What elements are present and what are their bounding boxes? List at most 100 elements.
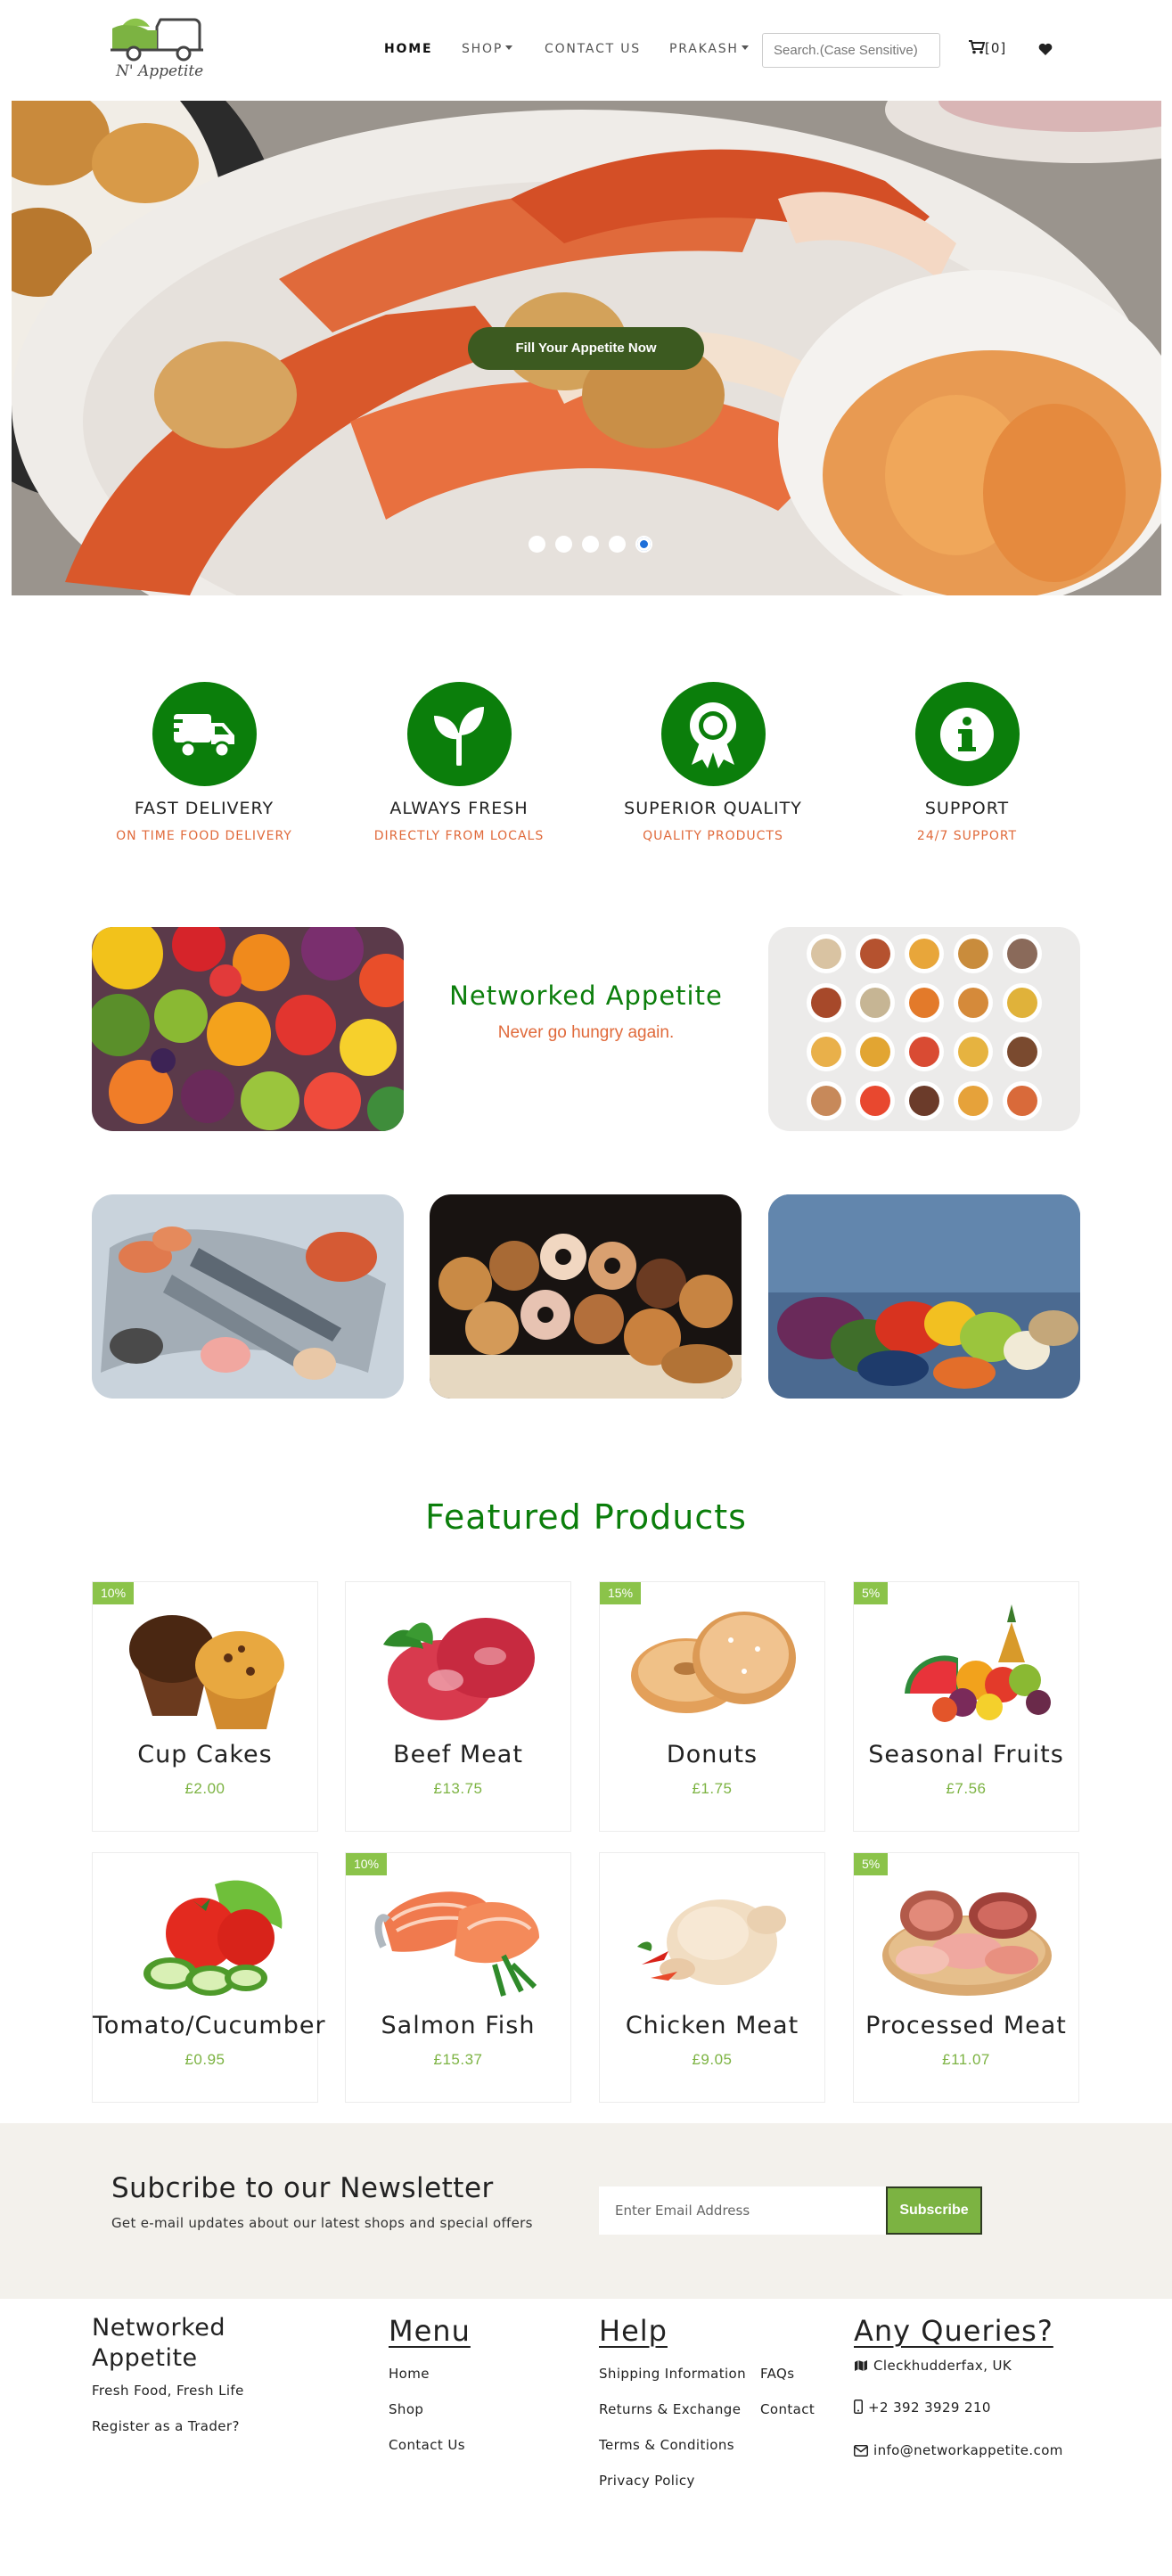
truck-icon <box>170 713 234 758</box>
footer-trader-link[interactable]: Register as a Trader? <box>92 2418 240 2434</box>
brand-tagline: Never go hungry again. <box>497 1023 675 1042</box>
product-price: £13.75 <box>433 1780 483 1797</box>
footer-email[interactable]: info@networkappetite.com <box>854 2442 1063 2458</box>
product-price: £2.00 <box>184 1780 225 1797</box>
top-navbar: N' Appetite HOME SHOP CONTACT US PRAKASH… <box>0 0 1172 101</box>
product-card[interactable]: 5% Processed Meat £11.07 <box>853 1852 1079 2103</box>
product-card[interactable]: 15% Donuts £1.75 <box>599 1581 825 1832</box>
feature-always-fresh: ALWAYS FRESH DIRECTLY FROM LOCALS <box>352 682 566 843</box>
product-card[interactable]: Beef Meat £13.75 <box>345 1581 571 1832</box>
footer-help-shipping[interactable]: Shipping Information <box>599 2366 746 2382</box>
newsletter-section: Subcribe to our Newsletter Get e-mail up… <box>0 2123 1172 2299</box>
footer-menu-contact[interactable]: Contact Us <box>389 2437 465 2453</box>
wishlist-button[interactable] <box>1038 42 1053 59</box>
feature-subtitle: 24/7 SUPPORT <box>916 829 1018 843</box>
donuts-image <box>631 1612 796 1713</box>
feature-subtitle: QUALITY PRODUCTS <box>643 829 783 843</box>
product-card[interactable]: 5% Seasonal Fruits £7.56 <box>853 1581 1079 1832</box>
spices-bowls-image <box>768 927 1080 1131</box>
search-input[interactable] <box>762 33 940 68</box>
product-price: £9.05 <box>692 2051 733 2068</box>
footer-address-text: Cleckhudderfax, UK <box>873 2358 1012 2374</box>
seasonal-fruits-image <box>905 1604 1051 1722</box>
logo-text: N' Appetite <box>116 62 204 80</box>
cart-button[interactable]: [0] <box>969 40 1006 56</box>
feature-superior-quality: SUPERIOR QUALITY QUALITY PRODUCTS <box>606 682 820 843</box>
feature-title: SUPERIOR QUALITY <box>624 799 802 818</box>
product-card[interactable]: 10% Salmon Fish £15.37 <box>345 1852 571 2103</box>
product-name: Beef Meat <box>393 1741 523 1768</box>
tomato-cucumber-image <box>143 1880 283 1996</box>
footer-help-terms[interactable]: Terms & Conditions <box>599 2437 734 2453</box>
cart-icon <box>969 40 986 54</box>
product-name: Cup Cakes <box>137 1741 273 1768</box>
category-tile-bakery[interactable] <box>430 1194 742 1399</box>
product-price: £7.56 <box>946 1780 987 1797</box>
carousel-dot[interactable] <box>609 536 626 553</box>
product-card[interactable]: Chicken Meat £9.05 <box>599 1852 825 2103</box>
chevron-down-icon <box>505 45 513 50</box>
footer-help-returns[interactable]: Returns & Exchange <box>599 2401 741 2417</box>
award-icon <box>690 701 736 768</box>
heart-icon <box>1038 43 1053 55</box>
nav-home[interactable]: HOME <box>384 42 432 56</box>
category-tile-spices[interactable] <box>768 927 1080 1131</box>
footer-menu-heading: Menu <box>389 2314 471 2348</box>
footer-help-contact[interactable]: Contact <box>760 2401 815 2417</box>
nav-user[interactable]: PRAKASH <box>669 42 749 56</box>
featured-products-heading: Featured Products <box>425 1497 747 1537</box>
discount-badge: 10% <box>93 1582 135 1604</box>
footer-menu-home[interactable]: Home <box>389 2366 430 2382</box>
discount-badge: 5% <box>854 1582 889 1604</box>
product-card[interactable]: Tomato/Cucumber £0.95 <box>92 1852 326 2103</box>
nav-contact[interactable]: CONTACT US <box>545 42 641 56</box>
product-price: £15.37 <box>433 2051 483 2068</box>
chicken-meat-image <box>637 1899 786 1985</box>
fruits-image <box>92 927 404 1131</box>
footer-help-privacy[interactable]: Privacy Policy <box>599 2473 695 2489</box>
nav-shop-label: SHOP <box>462 42 504 56</box>
feature-badge <box>152 682 257 786</box>
carousel-dot-active[interactable] <box>635 536 652 553</box>
mobile-phone-icon <box>854 2400 863 2414</box>
footer-help-faqs[interactable]: FAQs <box>760 2366 794 2382</box>
nav-shop[interactable]: SHOP <box>462 42 513 56</box>
footer-phone: +2 392 3929 210 <box>854 2400 991 2416</box>
vegetables-image <box>768 1194 1080 1399</box>
newsletter-subtitle: Get e-mail updates about our latest shop… <box>111 2215 533 2231</box>
discount-badge: 5% <box>854 1853 889 1875</box>
category-tile-seafood[interactable] <box>92 1194 404 1399</box>
newsletter-title: Subcribe to our Newsletter <box>111 2172 494 2204</box>
subscribe-button[interactable]: Subscribe <box>886 2186 982 2235</box>
cupcakes-image <box>129 1615 284 1729</box>
hero-cta-button[interactable]: Fill Your Appetite Now <box>468 327 704 370</box>
product-price: £11.07 <box>942 2051 990 2068</box>
discount-badge: 10% <box>346 1853 388 1875</box>
footer-menu-shop[interactable]: Shop <box>389 2401 423 2417</box>
footer-email-text: info@networkappetite.com <box>873 2442 1063 2458</box>
product-card[interactable]: 10% Cup Cakes £2.00 <box>92 1581 318 1832</box>
carousel-dot[interactable] <box>529 536 545 553</box>
hero-slider: Fill Your Appetite Now <box>12 101 1161 595</box>
product-name: Chicken Meat <box>625 2012 799 2039</box>
category-tile-vegetables[interactable] <box>768 1194 1080 1399</box>
carousel-dot[interactable] <box>555 536 572 553</box>
feature-subtitle: ON TIME FOOD DELIVERY <box>116 829 292 843</box>
footer-queries-heading: Any Queries? <box>854 2314 1053 2348</box>
feature-subtitle: DIRECTLY FROM LOCALS <box>373 829 545 843</box>
processed-meat-image <box>882 1891 1052 1996</box>
category-tile-fruits[interactable] <box>92 927 404 1131</box>
envelope-icon <box>854 2445 868 2457</box>
product-price: £1.75 <box>692 1780 733 1797</box>
newsletter-email-input[interactable] <box>599 2186 886 2235</box>
feature-support: SUPPORT 24/7 SUPPORT <box>860 682 1074 843</box>
carousel-dot[interactable] <box>582 536 599 553</box>
feature-title: SUPPORT <box>924 799 1010 818</box>
chevron-down-icon <box>741 45 749 50</box>
footer-address: Cleckhudderfax, UK <box>854 2358 1012 2374</box>
footer-tagline: Fresh Food, Fresh Life <box>92 2383 244 2399</box>
feature-title: ALWAYS FRESH <box>389 799 529 818</box>
product-name: Processed Meat <box>865 2012 1067 2039</box>
product-name: Tomato/Cucumber <box>93 2012 326 2039</box>
brand-name: Networked Appetite <box>449 980 723 1011</box>
